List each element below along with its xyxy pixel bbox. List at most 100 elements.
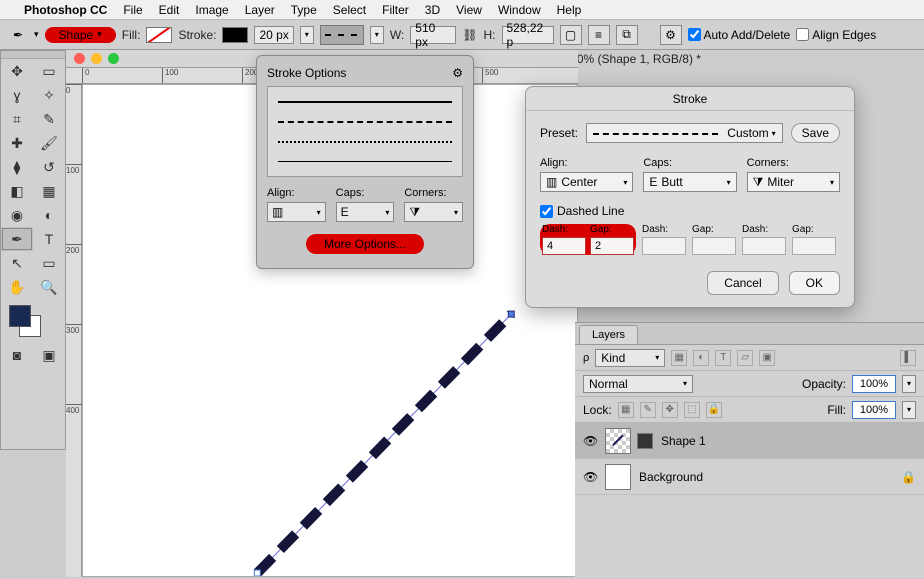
crop-tool-icon[interactable]: ⌗ (1, 107, 33, 131)
minimize-window-icon[interactable] (91, 53, 102, 64)
filter-adjust-icon[interactable]: ◐ (693, 350, 709, 366)
dashed-line-checkbox[interactable]: Dashed Line (540, 204, 840, 218)
align-select[interactable]: ▥ (267, 202, 326, 222)
hand-tool-icon[interactable]: ✋ (1, 275, 33, 299)
stroke-preset-dashed[interactable] (278, 121, 452, 123)
auto-add-delete-checkbox[interactable]: Auto Add/Delete (688, 28, 791, 42)
stroke-style-dropdown[interactable] (320, 25, 364, 45)
filter-toggle-icon[interactable]: ▌ (900, 350, 916, 366)
path-arrangement-icon[interactable]: ⧉ (616, 25, 638, 45)
lasso-tool-icon[interactable]: ɣ (1, 83, 33, 107)
width-field[interactable]: 510 px (410, 26, 456, 44)
dash2-field[interactable] (642, 237, 686, 255)
healing-tool-icon[interactable]: ✚ (1, 131, 33, 155)
menu-window[interactable]: Window (498, 3, 541, 17)
lock-pixels-icon[interactable]: ✎ (640, 402, 656, 418)
dlg-caps-select[interactable]: EButt (643, 172, 736, 192)
close-window-icon[interactable] (74, 53, 85, 64)
dodge-tool-icon[interactable]: ◐ (33, 203, 65, 227)
gap2-field[interactable] (692, 237, 736, 255)
move-tool-icon[interactable]: ✥ (1, 59, 33, 83)
filter-pixel-icon[interactable]: ▦ (671, 350, 687, 366)
fill-drop[interactable] (902, 401, 916, 419)
link-wh-icon[interactable]: ⛓ (462, 28, 477, 42)
gear-icon[interactable]: ⚙ (660, 25, 682, 45)
path-select-tool-icon[interactable]: ↖ (1, 251, 33, 275)
quickmask-icon[interactable]: ◙ (1, 343, 33, 367)
type-tool-icon[interactable]: T (33, 227, 65, 251)
menu-type[interactable]: Type (291, 3, 317, 17)
menu-layer[interactable]: Layer (245, 3, 275, 17)
layer-thumb[interactable] (605, 464, 631, 490)
history-brush-tool-icon[interactable]: ↺ (33, 155, 65, 179)
tool-preset-drop[interactable]: ▾ (34, 29, 39, 40)
blur-tool-icon[interactable]: ◉ (1, 203, 33, 227)
filter-shape-icon[interactable]: ▱ (737, 350, 753, 366)
menu-select[interactable]: Select (333, 3, 366, 17)
stroke-preset-solid[interactable] (278, 101, 452, 103)
lock-position-icon[interactable]: ✥ (662, 402, 678, 418)
menu-help[interactable]: Help (557, 3, 582, 17)
eraser-tool-icon[interactable]: ◧ (1, 179, 33, 203)
caps-select[interactable]: E (336, 202, 395, 222)
dlg-align-select[interactable]: ▥Center (540, 172, 633, 192)
shape-tool-icon[interactable]: ▭ (33, 251, 65, 275)
menu-image[interactable]: Image (195, 3, 228, 17)
path-alignment-icon[interactable]: ≡ (588, 25, 610, 45)
stroke-width-drop[interactable] (300, 26, 314, 44)
dash3-field[interactable] (742, 237, 786, 255)
brush-tool-icon[interactable]: 🖌 (33, 131, 65, 155)
dash1-field[interactable] (542, 237, 586, 255)
visibility-icon[interactable]: 👁 (583, 434, 597, 448)
layer-row-shape1[interactable]: 👁 Shape 1 (575, 423, 924, 459)
gap3-field[interactable] (792, 237, 836, 255)
visibility-icon[interactable]: 👁 (583, 470, 597, 484)
layer-name[interactable]: Shape 1 (661, 434, 706, 448)
save-preset-button[interactable]: Save (791, 123, 840, 143)
gap1-field[interactable] (590, 237, 634, 255)
gradient-tool-icon[interactable]: ▦ (33, 179, 65, 203)
menu-file[interactable]: File (123, 3, 142, 17)
preset-dropdown[interactable]: Custom▾ (586, 123, 783, 143)
lock-all-icon[interactable]: 🔒 (706, 402, 722, 418)
fill-swatch[interactable] (146, 27, 172, 43)
vector-mask-thumb[interactable] (637, 433, 653, 449)
color-swatches[interactable] (1, 299, 65, 343)
stroke-preset-dotted[interactable] (278, 141, 452, 143)
opacity-field[interactable] (852, 375, 896, 393)
zoom-window-icon[interactable] (108, 53, 119, 64)
layer-row-background[interactable]: 👁 Background 🔒 (575, 459, 924, 495)
stroke-preset-thin[interactable] (278, 161, 452, 162)
magic-wand-tool-icon[interactable]: ✧ (33, 83, 65, 107)
marquee-tool-icon[interactable]: ▭ (33, 59, 65, 83)
blend-mode-select[interactable]: Normal (583, 375, 693, 393)
zoom-tool-icon[interactable]: 🔍 (33, 275, 65, 299)
app-name[interactable]: Photoshop CC (24, 3, 107, 17)
dlg-corners-select[interactable]: ⧩Miter (747, 172, 840, 192)
popover-gear-icon[interactable]: ⚙ (452, 66, 463, 80)
opacity-drop[interactable] (902, 375, 916, 393)
align-edges-checkbox[interactable]: Align Edges (796, 28, 876, 42)
menu-3d[interactable]: 3D (425, 3, 440, 17)
lock-artboard-icon[interactable]: ⬚ (684, 402, 700, 418)
layer-name[interactable]: Background (639, 470, 703, 484)
pen-tool-icon[interactable]: ✒ (1, 227, 33, 251)
cancel-button[interactable]: Cancel (707, 271, 778, 295)
height-field[interactable]: 528,22 p (502, 26, 554, 44)
menu-edit[interactable]: Edit (159, 3, 180, 17)
menu-view[interactable]: View (456, 3, 482, 17)
menu-filter[interactable]: Filter (382, 3, 409, 17)
layer-fill-field[interactable] (852, 401, 896, 419)
filter-type-icon[interactable]: T (715, 350, 731, 366)
corners-select[interactable]: ⧩ (404, 202, 463, 222)
lock-trans-icon[interactable]: ▦ (618, 402, 634, 418)
layers-tab[interactable]: Layers (579, 325, 638, 344)
ok-button[interactable]: OK (789, 271, 840, 295)
palette-grip[interactable] (1, 51, 65, 59)
more-options-button[interactable]: More Options... (306, 234, 424, 254)
stroke-swatch[interactable] (222, 27, 248, 43)
stroke-style-drop[interactable] (370, 26, 384, 44)
eyedropper-tool-icon[interactable]: ✎ (33, 107, 65, 131)
layer-filter-kind[interactable]: Kind (595, 349, 665, 367)
filter-smart-icon[interactable]: ▣ (759, 350, 775, 366)
